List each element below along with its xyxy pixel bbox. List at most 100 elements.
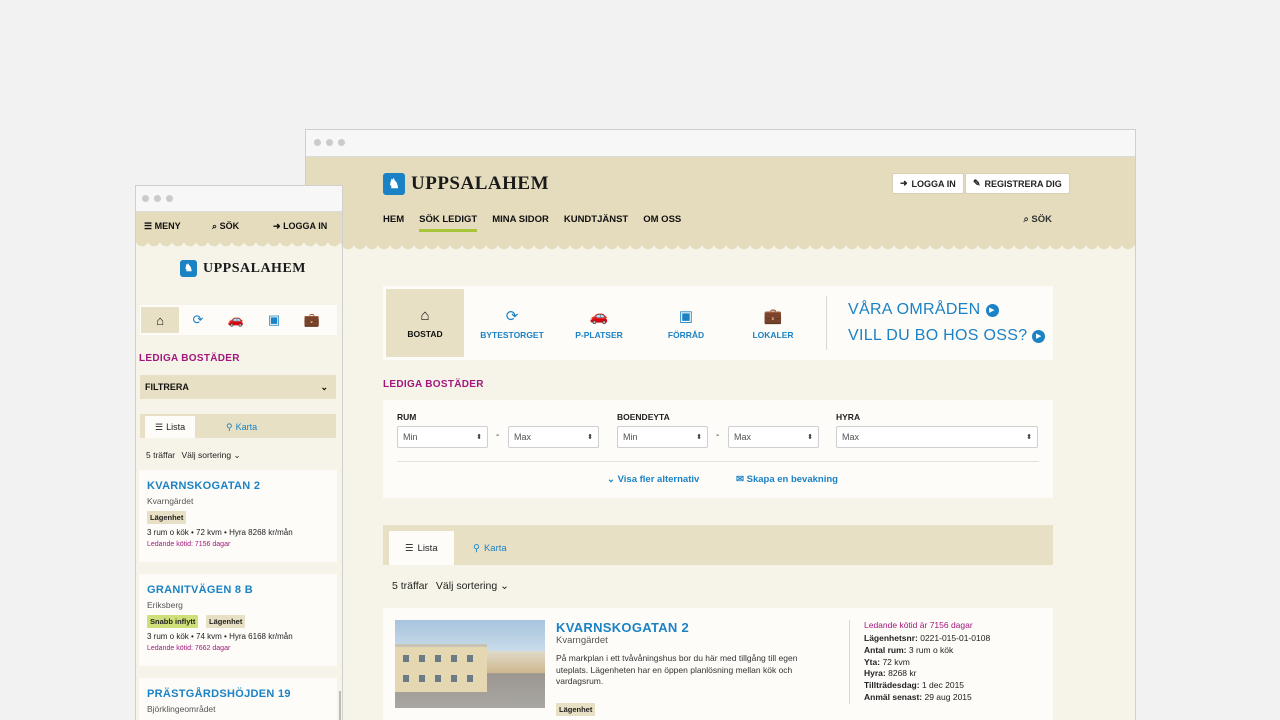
fact-row: Tillträdesdag: 1 dec 2015: [864, 680, 965, 691]
logo-text: UPPSALAHEM: [411, 173, 549, 194]
yta-min-select[interactable]: Min ⬍: [617, 426, 708, 448]
login-button[interactable]: ➜ LOGGA IN: [892, 173, 964, 194]
listing-info: 3 rum o kök • 74 kvm • Hyra 6168 kr/mån: [147, 632, 293, 641]
home-icon[interactable]: ⌂: [141, 307, 179, 333]
search-icon: ⌕: [1023, 214, 1029, 225]
play-icon: ▶: [985, 303, 999, 317]
filter-toggle[interactable]: FILTRERA ⌄: [140, 375, 336, 399]
site-logo[interactable]: ♞ UPPSALAHEM: [180, 260, 306, 277]
category-bytestorget[interactable]: ⟳ BYTESTORGET: [473, 289, 551, 357]
rum-max-select[interactable]: Max ⬍: [508, 426, 599, 448]
site-logo[interactable]: ♞ UPPSALAHEM: [383, 173, 549, 195]
link-label: Visa fler alternativ: [617, 474, 700, 485]
briefcase-icon[interactable]: 💼: [293, 307, 331, 333]
category-label: FÖRRÅD: [667, 329, 705, 340]
rum-label: RUM: [397, 412, 417, 422]
listing-card[interactable]: PRÄSTGÅRDSHÖJDEN 19 Björklingeområdet: [139, 678, 337, 720]
queue-time: Ledande kötid: 7156 dagar: [147, 541, 231, 548]
category-bostad[interactable]: ⌂ BOSTAD: [386, 289, 464, 357]
tab-karta[interactable]: ⚲ Karta: [457, 531, 523, 565]
car-icon[interactable]: 🚗: [217, 307, 255, 333]
search-label: SÖK: [219, 221, 240, 231]
listing-photo[interactable]: [395, 620, 545, 708]
home-icon: ⌂: [420, 307, 430, 324]
category-label: P-PLATSER: [575, 329, 623, 340]
queue-time: Ledande kötid: 7662 dagar: [147, 645, 231, 652]
sort-dropdown[interactable]: Välj sortering ⌄: [436, 580, 509, 592]
create-watch-link[interactable]: ✉ Skapa en bevakning: [736, 474, 838, 485]
refresh-icon: ⟳: [505, 307, 519, 325]
select-value: Min: [403, 432, 418, 442]
nav-item-mina-sidor[interactable]: MINA SIDOR: [492, 214, 549, 232]
listing-title[interactable]: KVARNSKOGATAN 2: [147, 480, 260, 492]
play-icon: ▶: [1032, 329, 1046, 343]
mobile-search-button[interactable]: ⌕ SÖK: [212, 221, 239, 232]
category-label: LOKALER: [752, 329, 794, 340]
select-value: Max: [842, 432, 860, 442]
category-forrad[interactable]: ▣ FÖRRÅD: [647, 289, 725, 357]
tab-lista[interactable]: ☰ Lista: [389, 531, 454, 565]
header-search-button[interactable]: ⌕ SÖK: [1023, 214, 1052, 225]
login-icon: ➜: [273, 221, 281, 231]
range-dash: -: [716, 430, 720, 441]
fact-row: Yta: 72 kvm: [864, 656, 910, 667]
search-icon: ⌕: [212, 221, 218, 231]
results-summary: 5 träffar Välj sortering ⌄: [392, 580, 509, 592]
tab-lista[interactable]: ☰ Lista: [145, 416, 196, 438]
chevron-down-icon: ⌄: [233, 450, 241, 460]
nav-item-hem[interactable]: HEM: [383, 214, 404, 232]
more-options-link[interactable]: ⌄ Visa fler alternativ: [607, 474, 699, 485]
mobile-login-button[interactable]: ➜ LOGGA IN: [273, 221, 327, 232]
window-dot: [142, 195, 149, 202]
scrollbar[interactable]: [339, 691, 341, 720]
listing-facts: Ledande kötid är 7156 dagar Lägenhetsnr:…: [849, 620, 1039, 704]
category-label: BOSTAD: [407, 329, 443, 339]
select-arrows-icon: ⬍: [696, 434, 702, 441]
fact-row: Antal rum: 3 rum o kök: [864, 644, 954, 655]
login-label: LOGGA IN: [911, 178, 956, 189]
tab-karta[interactable]: ⚲ Karta: [216, 416, 267, 438]
window-dot: [154, 195, 161, 202]
refresh-icon[interactable]: ⟳: [179, 307, 217, 333]
listing-title[interactable]: PRÄSTGÅRDSHÖJDEN 19: [147, 688, 291, 700]
window-dot: [314, 139, 321, 146]
hyra-max-select[interactable]: Max ⬍: [836, 426, 1038, 448]
nav-item-om-oss[interactable]: OM OSS: [643, 214, 681, 232]
menu-button[interactable]: ☰ MENY: [144, 221, 181, 232]
listing-card[interactable]: KVARNSKOGATAN 2 Kvarngärdet På markplan …: [383, 608, 1053, 720]
promo-vara-omraden[interactable]: VÅRA OMRÅDEN ▶: [848, 301, 999, 319]
box-icon[interactable]: ▣: [255, 307, 293, 333]
section-title: LEDIGA BOSTÄDER: [139, 353, 240, 364]
nav-item-kundtjanst[interactable]: KUNDTJÄNST: [564, 214, 628, 232]
browser-chrome: [306, 130, 1135, 157]
header-scallop-edge: [136, 240, 342, 248]
listing-area: Kvarngärdet: [556, 635, 608, 646]
type-badge: Lägenhet: [206, 615, 246, 628]
logo-text: UPPSALAHEM: [203, 260, 306, 276]
hyra-label: HYRA: [836, 412, 861, 422]
category-lokaler[interactable]: 💼 LOKALER: [734, 289, 812, 357]
nav-item-sok-ledigt[interactable]: SÖK LEDIGT: [419, 214, 478, 232]
lion-shield-logo-icon: ♞: [180, 260, 197, 277]
register-button[interactable]: ✎ REGISTRERA DIG: [965, 173, 1070, 194]
listing-card[interactable]: KVARNSKOGATAN 2 Kvarngärdet Lägenhet 3 r…: [139, 470, 337, 562]
filter-label: FILTRERA: [145, 382, 189, 392]
window-dot: [326, 139, 333, 146]
fact-row: Anmäl senast: 29 aug 2015: [864, 691, 972, 702]
chevron-down-icon: ⌄: [607, 474, 615, 485]
rum-min-select[interactable]: Min ⬍: [397, 426, 488, 448]
yta-max-select[interactable]: Max ⬍: [728, 426, 819, 448]
category-p-platser[interactable]: 🚗 P-PLATSER: [560, 289, 638, 357]
promo-vill-du-bo-hos-oss[interactable]: VILL DU BO HOS OSS? ▶: [848, 327, 1046, 345]
select-value: Max: [734, 432, 752, 442]
category-divider: [826, 296, 827, 350]
queue-time: Ledande kötid är 7156 dagar: [864, 620, 973, 630]
listing-title[interactable]: KVARNSKOGATAN 2: [556, 620, 689, 635]
main-nav: HEM SÖK LEDIGT MINA SIDOR KUNDTJÄNST OM …: [383, 214, 681, 232]
listing-title[interactable]: GRANITVÄGEN 8 B: [147, 584, 253, 596]
window-dot: [166, 195, 173, 202]
menu-label: MENY: [154, 221, 181, 231]
login-label: LOGGA IN: [283, 221, 328, 231]
listing-card[interactable]: GRANITVÄGEN 8 B Eriksberg Snabb inflytt …: [139, 574, 337, 666]
sort-dropdown[interactable]: Välj sortering ⌄: [182, 450, 241, 460]
